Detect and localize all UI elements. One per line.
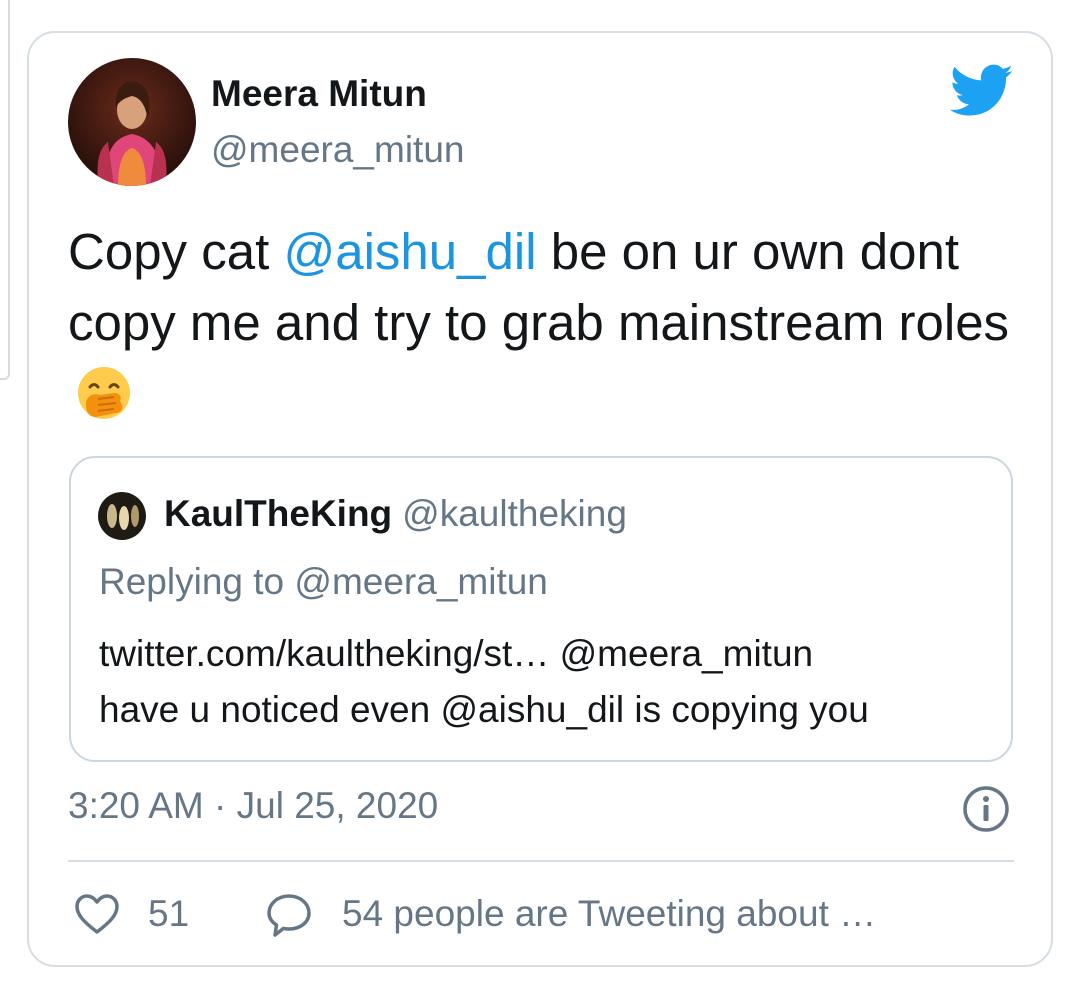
quoted-author-handle[interactable]: @kaultheking	[402, 493, 627, 534]
tweeting-about-link[interactable]: 54 people are Tweeting about …	[342, 890, 876, 938]
tweet-text-part: Copy cat	[68, 223, 284, 280]
quoted-tweet[interactable]: KaulTheKing @kaultheking Replying to @mee…	[69, 456, 1013, 762]
face-with-hand-over-mouth-icon	[76, 365, 132, 421]
left-edge-divider	[0, 0, 10, 380]
author-avatar[interactable]	[68, 58, 196, 186]
twitter-bird-icon[interactable]	[949, 64, 1014, 118]
quoted-tweet-text: twitter.com/kaultheking/st… @meera_mitun…	[99, 626, 999, 738]
like-count[interactable]: 51	[148, 890, 189, 938]
quoted-tweet-line: have u noticed even @aishu_dil is copyin…	[99, 689, 869, 730]
quoted-author: KaulTheKing @kaultheking	[164, 490, 627, 538]
info-icon[interactable]	[962, 785, 1010, 833]
author-handle[interactable]: @meera_mitun	[211, 126, 465, 174]
quoted-tweet-line: twitter.com/kaultheking/st… @meera_mitun	[99, 633, 814, 674]
footer-divider	[68, 860, 1014, 862]
speech-bubble-icon[interactable]	[265, 892, 313, 938]
mention-link[interactable]: @aishu_dil	[283, 223, 536, 280]
replying-to: Replying to @meera_mitun	[99, 561, 548, 602]
author-name[interactable]: Meera Mitun	[211, 70, 427, 118]
tweet-timestamp[interactable]: 3:20 AM · Jul 25, 2020	[68, 782, 438, 830]
quoted-author-name[interactable]: KaulTheKing	[164, 493, 392, 534]
tweet-body: Copy cat @aishu_dil be on ur own dont co…	[68, 216, 1028, 429]
heart-icon[interactable]	[74, 893, 120, 935]
quoted-author-avatar[interactable]	[98, 492, 146, 540]
